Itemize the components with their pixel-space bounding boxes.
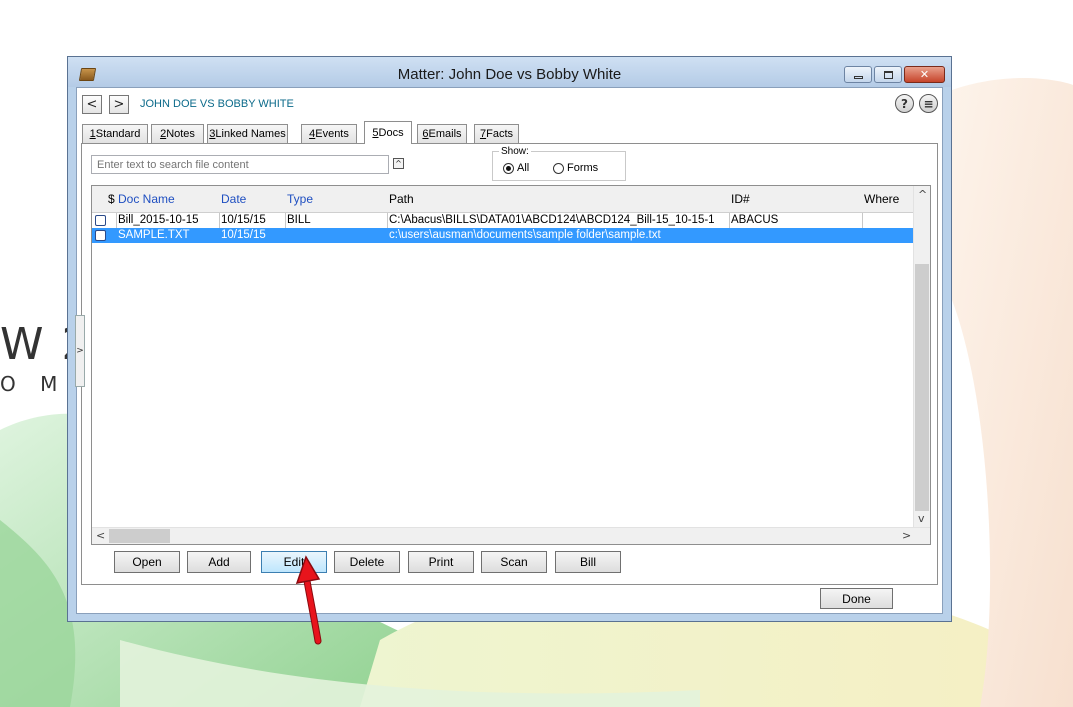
show-filter-legend: Show: [499, 146, 531, 157]
side-panel-expander[interactable]: > [75, 315, 85, 387]
forward-button[interactable]: > [109, 95, 129, 114]
file-content-search-input[interactable] [91, 155, 389, 174]
maximize-icon [883, 70, 893, 79]
tab-label: Notes [166, 128, 195, 140]
chevron-left-icon: < [86, 97, 98, 112]
annotation-arrow-icon [295, 555, 322, 645]
window-client-area: < > JOHN DOE VS BOBBY WHITE ? ≡ 1 Standar… [76, 87, 943, 614]
cell-date: 10/15/15 [221, 229, 266, 241]
show-forms-label: Forms [567, 162, 599, 174]
tab-events[interactable]: 4 Events [301, 124, 357, 143]
tab-docs[interactable]: 5 Docs [364, 121, 412, 144]
show-forms-radio[interactable]: Forms [553, 162, 598, 174]
done-button[interactable]: Done [820, 588, 893, 609]
radio-unselected-icon [553, 162, 564, 174]
open-button[interactable]: Open [114, 551, 180, 573]
column-header-path[interactable]: Path [389, 192, 414, 206]
search-options-toggle[interactable]: ^ [393, 158, 404, 169]
cell-divider [219, 213, 220, 228]
tab-facts[interactable]: 7 Facts [474, 124, 519, 143]
vertical-scroll-thumb[interactable] [915, 264, 929, 511]
add-button[interactable]: Add [187, 551, 251, 573]
tab-standard[interactable]: 1 Standard [82, 124, 148, 143]
tab-notes[interactable]: 2 Notes [151, 124, 204, 143]
bill-button[interactable]: Bill [555, 551, 621, 573]
minimize-icon [853, 76, 863, 79]
column-header-type[interactable]: Type [287, 192, 313, 206]
show-all-label: All [517, 162, 530, 174]
scroll-up-icon[interactable]: ^ [918, 188, 927, 201]
cell-divider [285, 213, 286, 228]
chevron-right-icon: > [113, 97, 125, 112]
docs-tab-panel: ^ Show: All Forms $ Doc Name Date T [81, 143, 938, 585]
cell-divider [729, 213, 730, 228]
help-icon: ? [901, 96, 908, 111]
show-all-radio[interactable]: All [503, 162, 529, 174]
cell-type: BILL [287, 214, 311, 226]
tab-label: Facts [486, 128, 514, 140]
row-checkbox[interactable] [95, 215, 106, 226]
scroll-left-icon[interactable]: < [96, 529, 105, 542]
matter-name-label: JOHN DOE VS BOBBY WHITE [140, 98, 294, 110]
tab-linked-names[interactable]: 3 Linked Names [207, 124, 288, 143]
documents-grid: $ Doc Name Date Type Path ID# Where Bill… [91, 185, 931, 545]
tab-label: Emails [428, 128, 462, 140]
cell-id: ABACUS [731, 214, 779, 226]
tab-label: Docs [378, 127, 404, 139]
horizontal-scrollbar[interactable]: < > [92, 527, 930, 544]
column-header-id[interactable]: ID# [731, 192, 750, 206]
tab-label: Linked Names [215, 128, 286, 140]
table-row-selected[interactable]: SAMPLE.TXT 10/15/15 c:\users\ausman\docu… [92, 228, 914, 243]
tab-label: Events [315, 128, 349, 140]
column-header-doc-name[interactable]: Doc Name [118, 192, 175, 206]
grid-header: $ Doc Name Date Type Path ID# Where [92, 186, 914, 213]
row-checkbox[interactable] [95, 230, 106, 241]
scan-button[interactable]: Scan [481, 551, 547, 573]
cell-path: c:\users\ausman\documents\sample folder\… [389, 229, 661, 241]
close-button[interactable]: ✕ [904, 66, 945, 83]
maximize-button[interactable] [874, 66, 902, 83]
help-button[interactable]: ? [895, 94, 914, 113]
matter-window: Matter: John Doe vs Bobby White ✕ < > JO… [67, 56, 952, 622]
close-icon: ✕ [919, 68, 930, 81]
column-header-date[interactable]: Date [221, 192, 246, 206]
show-filter-group: Show: All Forms [492, 146, 626, 181]
cell-doc-name: SAMPLE.TXT [118, 229, 190, 241]
minimize-button[interactable] [844, 66, 872, 83]
menu-button[interactable]: ≡ [919, 94, 938, 113]
vertical-scrollbar[interactable]: ^ v [913, 186, 930, 527]
cell-date: 10/15/15 [221, 214, 266, 226]
cell-divider [116, 213, 117, 228]
column-header-billable[interactable]: $ [108, 192, 115, 206]
back-button[interactable]: < [82, 95, 102, 114]
radio-selected-icon [503, 162, 514, 174]
scroll-down-icon[interactable]: v [918, 512, 925, 525]
tab-label: Standard [95, 128, 141, 140]
chevron-up-icon: ^ [395, 159, 402, 168]
cell-divider [387, 213, 388, 228]
menu-icon: ≡ [923, 96, 934, 111]
scroll-right-icon[interactable]: > [902, 529, 911, 542]
table-row[interactable]: Bill_2015-10-15 10/15/15 BILL C:\Abacus\… [92, 213, 914, 228]
column-header-where[interactable]: Where [864, 192, 899, 206]
cell-doc-name: Bill_2015-10-15 [118, 214, 199, 226]
window-title: Matter: John Doe vs Bobby White [397, 66, 622, 83]
delete-button[interactable]: Delete [334, 551, 400, 573]
chevron-right-icon: > [76, 346, 84, 356]
tab-emails[interactable]: 6 Emails [417, 124, 467, 143]
horizontal-scroll-thumb[interactable] [109, 529, 170, 543]
title-bar[interactable]: Matter: John Doe vs Bobby White ✕ [68, 57, 951, 87]
cell-path: C:\Abacus\BILLS\DATA01\ABCD124\ABCD124_B… [389, 214, 715, 226]
print-button[interactable]: Print [408, 551, 474, 573]
cell-divider [862, 213, 863, 228]
